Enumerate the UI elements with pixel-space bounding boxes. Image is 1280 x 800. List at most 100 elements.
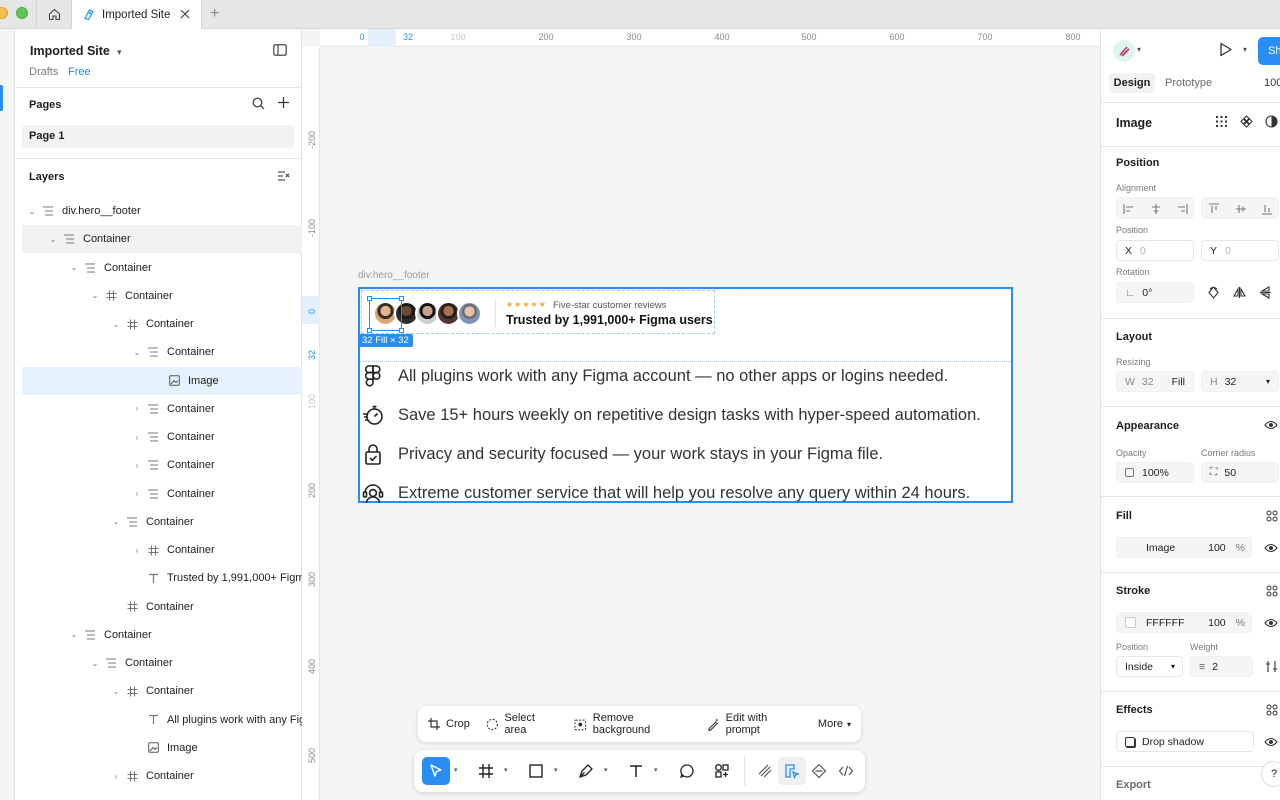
- actions-tool-button[interactable]: [708, 757, 736, 785]
- chevron-down-icon[interactable]: ⌄: [69, 630, 79, 639]
- layer-row[interactable]: ⌄ Container: [22, 282, 302, 310]
- layer-row[interactable]: ⌄ Container: [22, 225, 302, 254]
- fill-row[interactable]: Image 100 %: [1116, 537, 1252, 558]
- remove-background-button[interactable]: Remove background: [574, 712, 691, 736]
- chevron-right-icon[interactable]: ›: [132, 404, 142, 413]
- drafts-link[interactable]: Drafts: [29, 66, 58, 78]
- effect-row[interactable]: Drop shadow: [1116, 731, 1254, 752]
- dev-mode-button[interactable]: [832, 757, 860, 785]
- layer-row[interactable]: ⌄ Container: [22, 310, 302, 338]
- contrast-icon[interactable]: [1265, 115, 1278, 128]
- frame-tool-button[interactable]: [472, 757, 500, 785]
- w-mode[interactable]: Fill: [1172, 376, 1185, 388]
- flip-horizontal-icon[interactable]: [1233, 286, 1246, 299]
- y-position-field[interactable]: Y 0: [1201, 240, 1279, 261]
- flip-vertical-icon[interactable]: [1259, 286, 1272, 299]
- chevron-down-icon[interactable]: ▾: [604, 766, 608, 774]
- feature-row[interactable]: Save 15+ hours weekly on repetitive desi…: [360, 398, 1011, 432]
- present-play-icon[interactable]: [1218, 42, 1233, 57]
- layer-row[interactable]: ⌄ Container: [22, 621, 302, 649]
- chevron-down-icon[interactable]: ▾: [654, 766, 658, 774]
- add-page-icon[interactable]: [277, 96, 290, 112]
- eye-icon[interactable]: [1264, 419, 1278, 431]
- align-left-icon[interactable]: [1123, 203, 1135, 215]
- opacity-field[interactable]: 100%: [1116, 462, 1194, 483]
- reviews-container[interactable]: 32 Fill × 32 ★★★★★ Five-star customer re…: [358, 290, 715, 347]
- eye-icon[interactable]: [1264, 736, 1278, 748]
- stroke-position-select[interactable]: Inside ▾: [1116, 656, 1183, 677]
- window-minimize-dot[interactable]: [0, 7, 8, 19]
- corner-radius-field[interactable]: ⛶ 50: [1201, 462, 1279, 483]
- chevron-right-icon[interactable]: ›: [132, 461, 142, 470]
- chevron-right-icon[interactable]: ›: [111, 772, 121, 781]
- layer-row[interactable]: ⌄ Container: [22, 649, 302, 677]
- resize-handle[interactable]: [399, 328, 404, 333]
- resize-handle[interactable]: [399, 296, 404, 301]
- align-right-icon[interactable]: [1176, 203, 1188, 215]
- layer-row[interactable]: Image: [22, 734, 302, 762]
- layer-row[interactable]: › Container: [22, 480, 302, 508]
- chevron-down-icon[interactable]: ⌄: [111, 687, 121, 696]
- hero-footer-frame[interactable]: 32 Fill × 32 ★★★★★ Five-star customer re…: [358, 287, 1013, 504]
- tab-prototype[interactable]: Prototype: [1165, 73, 1212, 93]
- styles-grid-icon[interactable]: [1266, 585, 1278, 597]
- chevron-down-icon[interactable]: ▾: [554, 766, 558, 774]
- align-bottom-icon[interactable]: [1261, 203, 1273, 215]
- chevron-right-icon[interactable]: ›: [132, 489, 142, 498]
- x-position-field[interactable]: X 0: [1116, 240, 1194, 261]
- layer-row[interactable]: ⌄ div.hero__footer: [22, 197, 302, 225]
- eye-icon[interactable]: [1264, 542, 1278, 554]
- tab-design[interactable]: Design: [1109, 73, 1155, 93]
- chevron-down-icon[interactable]: ⌄: [111, 517, 121, 526]
- text-tool-button[interactable]: [622, 757, 650, 785]
- stroke-weight-field[interactable]: ≡ 2: [1190, 656, 1253, 677]
- avatar[interactable]: [457, 301, 482, 326]
- layer-row[interactable]: ⌄ Container: [22, 677, 302, 705]
- chevron-down-icon[interactable]: ⌄: [27, 207, 37, 216]
- styles-grid-icon[interactable]: [1266, 510, 1278, 522]
- chevron-right-icon[interactable]: ›: [132, 433, 142, 442]
- new-tab-icon[interactable]: +: [210, 5, 219, 23]
- layer-row[interactable]: › Container: [22, 423, 302, 451]
- layer-row[interactable]: › Container: [22, 536, 302, 564]
- layer-row[interactable]: Image: [22, 366, 302, 395]
- component-icon[interactable]: [1240, 115, 1253, 128]
- chevron-down-icon[interactable]: ▾: [1137, 45, 1141, 54]
- height-field[interactable]: H 32 ▾: [1201, 371, 1279, 392]
- eye-icon[interactable]: [1264, 617, 1278, 629]
- stroke-row[interactable]: FFFFFF 100 %: [1116, 612, 1252, 633]
- chevron-down-icon[interactable]: ▾: [1266, 377, 1270, 386]
- feature-row[interactable]: Extreme customer service that will help …: [360, 476, 1011, 510]
- grid-dots-icon[interactable]: [1215, 115, 1228, 128]
- more-button[interactable]: More ▾: [818, 718, 851, 730]
- toggle-sidebar-icon[interactable]: [273, 44, 287, 59]
- chevron-down-icon[interactable]: ⌄: [111, 320, 121, 329]
- close-tab-icon[interactable]: [179, 8, 191, 20]
- styles-grid-icon[interactable]: [1266, 704, 1278, 716]
- page-item[interactable]: Page 1: [22, 125, 294, 148]
- feature-row[interactable]: All plugins work with any Figma account …: [360, 359, 1011, 393]
- shape-tool-button[interactable]: [522, 757, 550, 785]
- stroke-color-hex[interactable]: FFFFFF: [1146, 617, 1184, 629]
- rotation-field[interactable]: ∟ 0°: [1116, 282, 1194, 303]
- feature-row[interactable]: Privacy and security focused — your work…: [360, 437, 1011, 471]
- layer-row[interactable]: › Container: [22, 395, 302, 423]
- stroke-settings-icon[interactable]: [1265, 660, 1278, 673]
- layer-row[interactable]: All plugins work with any Figm: [22, 706, 302, 734]
- avatar[interactable]: [1113, 40, 1135, 62]
- align-middle-icon[interactable]: [1235, 203, 1247, 215]
- width-field[interactable]: W 32 Fill: [1116, 371, 1194, 392]
- file-tab[interactable]: Imported Site: [72, 0, 202, 29]
- chevron-down-icon[interactable]: ⌄: [90, 659, 100, 668]
- chevron-right-icon[interactable]: ›: [132, 546, 142, 555]
- move-tool-button[interactable]: [422, 757, 450, 785]
- home-button[interactable]: [36, 0, 72, 29]
- crop-button[interactable]: Crop: [428, 718, 470, 730]
- selected-image-bounds[interactable]: [367, 296, 404, 333]
- plan-badge[interactable]: Free: [68, 66, 91, 78]
- stroke-opacity[interactable]: 100: [1208, 617, 1226, 629]
- share-button[interactable]: Sh: [1258, 37, 1280, 65]
- chevron-down-icon[interactable]: ▾: [504, 766, 508, 774]
- file-title[interactable]: Imported Site: [30, 44, 110, 58]
- resize-handle[interactable]: [367, 296, 372, 301]
